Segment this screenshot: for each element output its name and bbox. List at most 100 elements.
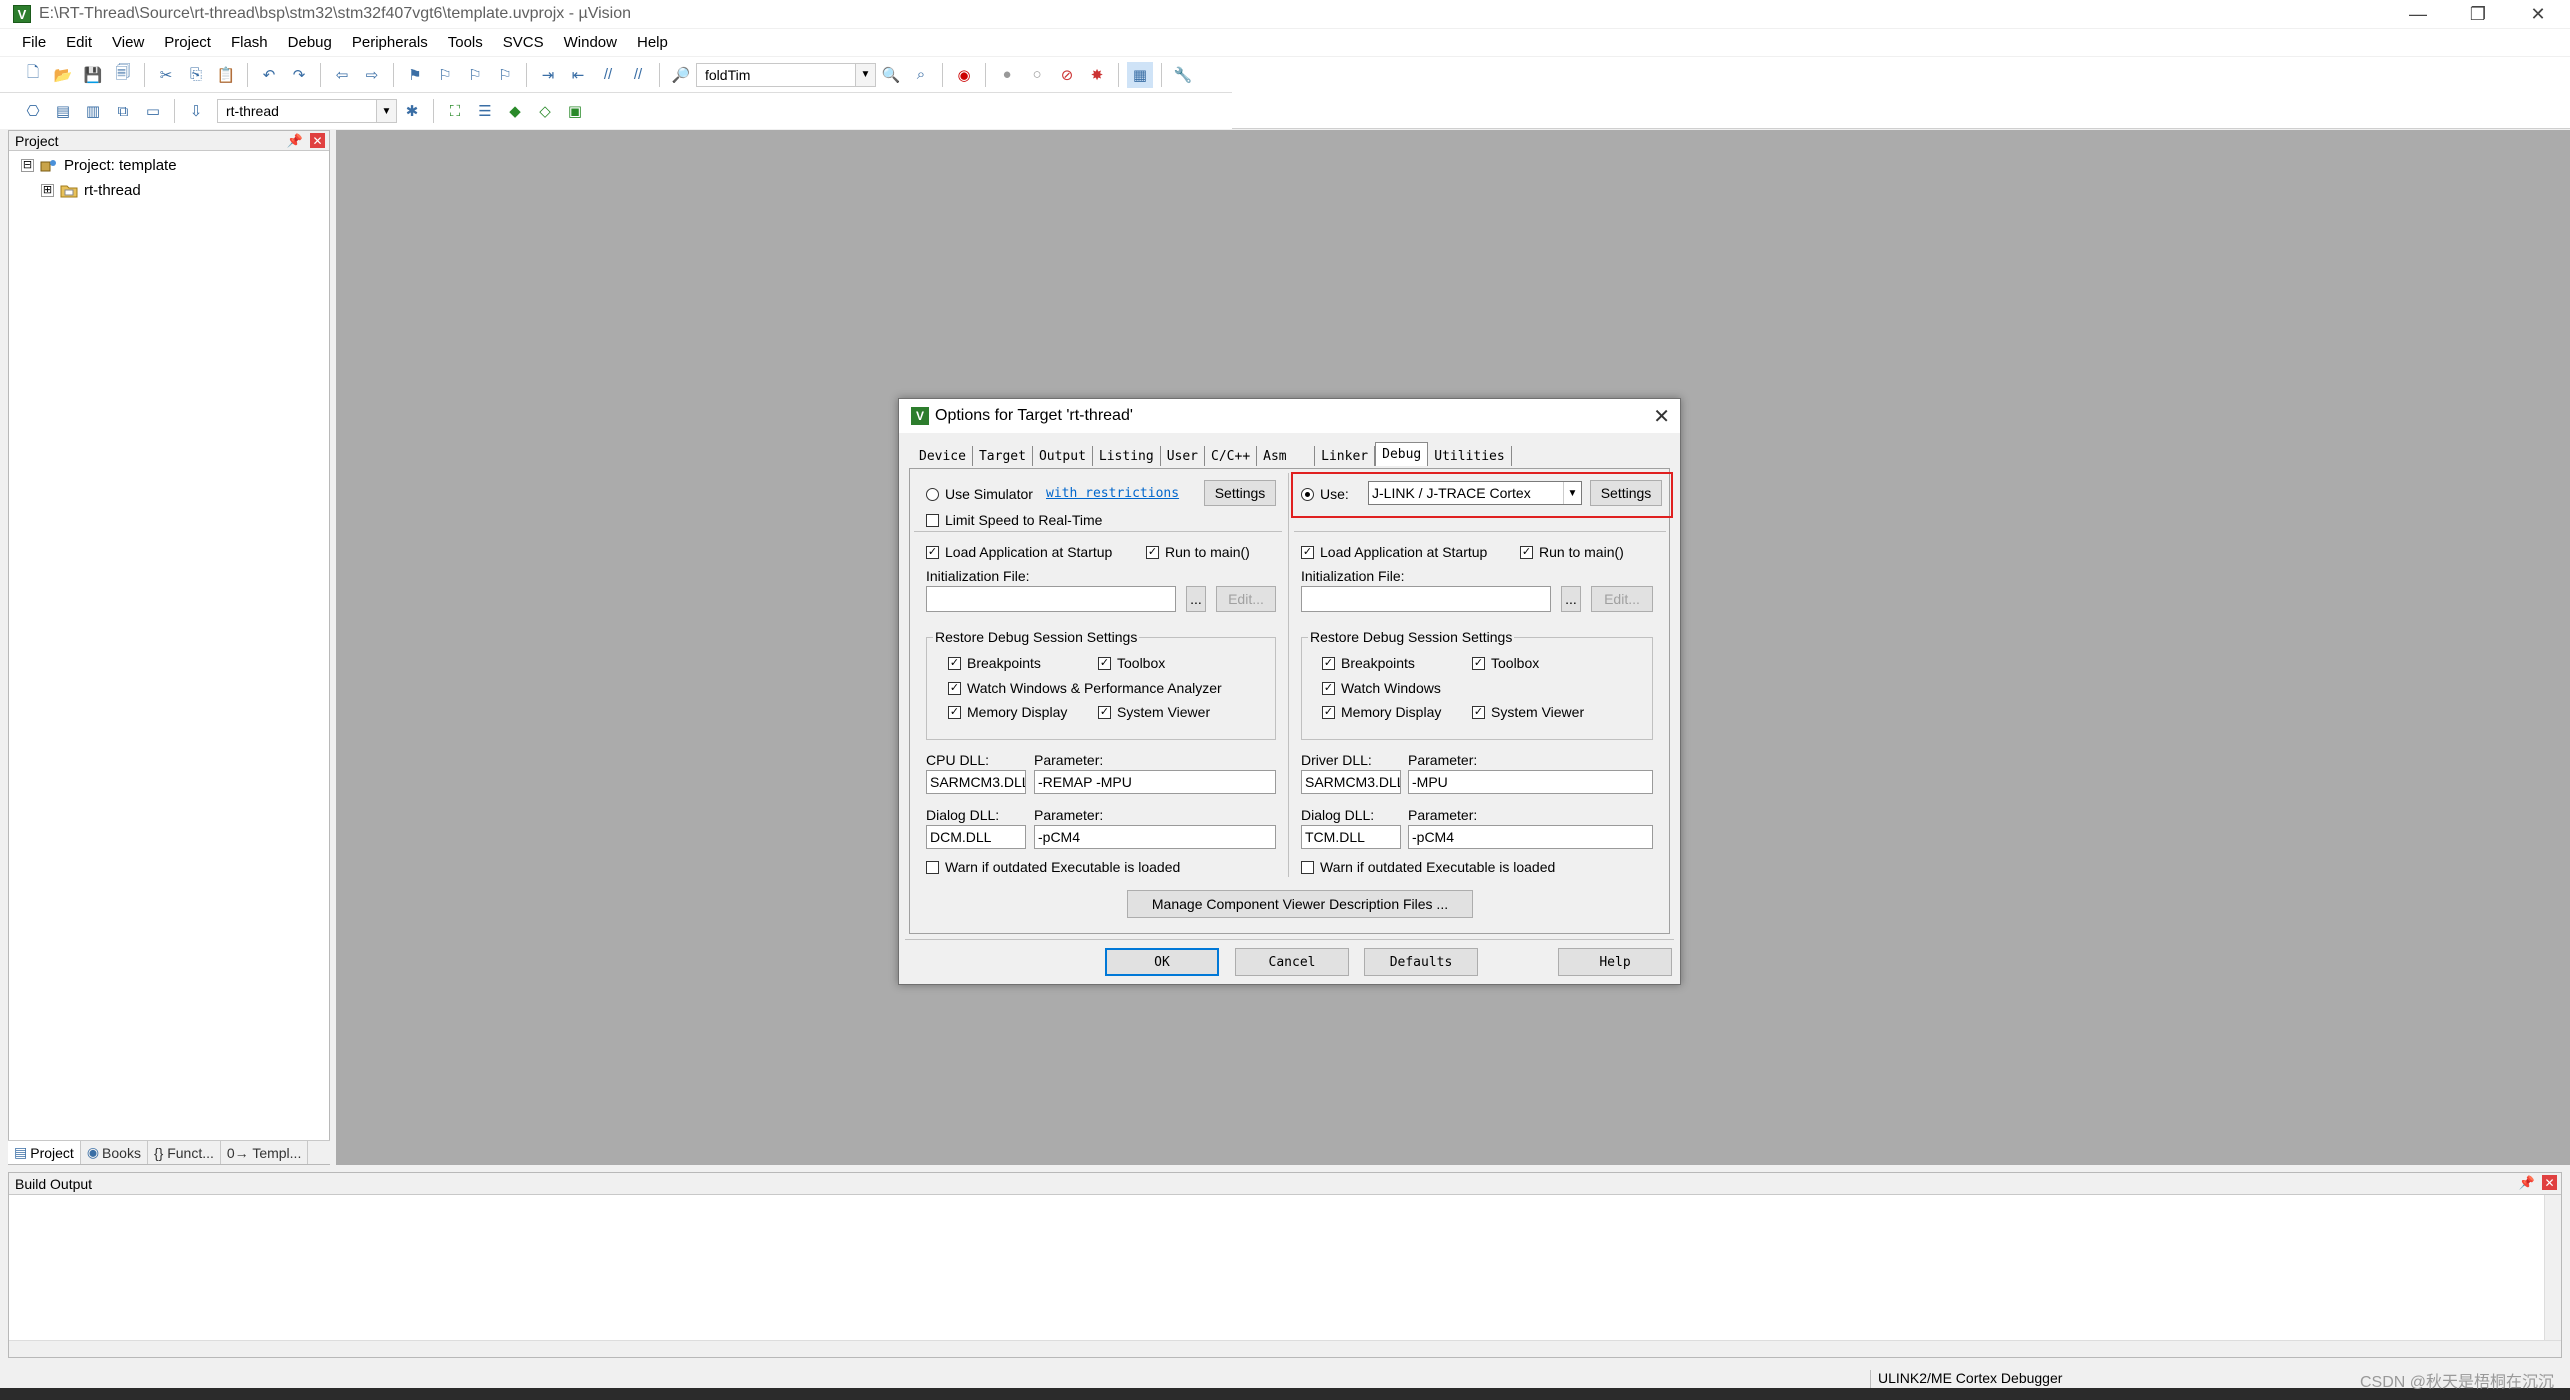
load-app-option-right[interactable]: ✓ Load Application at Startup — [1301, 544, 1487, 560]
tree-item-project[interactable]: ⊟ Project: template — [21, 157, 177, 174]
memory-display-option[interactable]: ✓ Memory Display — [948, 704, 1067, 720]
new-file-icon[interactable]: 🗋 — [20, 62, 46, 88]
tree-item-rt-thread[interactable]: ⊞ rt-thread — [41, 182, 141, 199]
warn-outdated-option-right[interactable]: Warn if outdated Executable is loaded — [1301, 859, 1555, 875]
comment-icon[interactable]: // — [595, 62, 621, 88]
memory-display-checkbox[interactable]: ✓ — [948, 705, 961, 719]
menu-flash[interactable]: Flash — [221, 34, 278, 51]
tab-functions[interactable]: {} Funct... — [148, 1141, 221, 1164]
watch-windows-option[interactable]: ✓ Watch Windows & Performance Analyzer — [948, 680, 1222, 696]
download-icon[interactable]: ⇩ — [183, 98, 209, 124]
indent-icon[interactable]: ⇥ — [535, 62, 561, 88]
save-icon[interactable]: 💾 — [80, 62, 106, 88]
paste-icon[interactable]: 📋 — [213, 62, 239, 88]
init-file-input-right[interactable] — [1301, 586, 1551, 612]
ok-button[interactable]: OK — [1105, 948, 1219, 976]
navigate-forward-icon[interactable]: ⇨ — [359, 62, 385, 88]
enable-breakpoint-icon[interactable]: ○ — [1024, 62, 1050, 88]
incremental-find-icon[interactable]: ⌕ — [908, 62, 934, 88]
clear-bookmarks-icon[interactable]: ⚐ — [492, 62, 518, 88]
dialog-dll-input[interactable]: DCM.DLL — [926, 825, 1026, 849]
warn-outdated-checkbox[interactable] — [926, 860, 939, 874]
chevron-down-icon[interactable]: ▼ — [855, 63, 875, 86]
select-software-packs-icon[interactable]: ◇ — [532, 98, 558, 124]
edit-button[interactable]: Edit... — [1216, 586, 1276, 612]
edit-button-right[interactable]: Edit... — [1591, 586, 1653, 612]
menu-view[interactable]: View — [102, 34, 154, 51]
breakpoints-option-right[interactable]: ✓ Breakpoints — [1322, 655, 1415, 671]
window-layout-icon[interactable]: ▦ — [1127, 61, 1153, 88]
stop-build-icon[interactable]: ▭ — [140, 98, 166, 124]
maximize-button[interactable]: ❐ — [2448, 0, 2508, 28]
unindent-icon[interactable]: ⇤ — [565, 62, 591, 88]
tab-device[interactable]: Device — [913, 446, 973, 466]
tab-target[interactable]: Target — [973, 446, 1033, 466]
driver-dll-input[interactable]: SARMCM3.DLL — [1301, 770, 1401, 794]
disable-breakpoints-icon[interactable]: ⊘ — [1054, 62, 1080, 88]
manage-run-time-environment-icon[interactable]: ◆ — [502, 98, 528, 124]
browse-button[interactable]: ... — [1186, 586, 1206, 612]
translate-icon[interactable]: ⎔ — [20, 98, 46, 124]
prev-bookmark-icon[interactable]: ⚐ — [432, 62, 458, 88]
simulator-settings-button[interactable]: Settings — [1204, 480, 1276, 506]
uncomment-icon[interactable]: // — [625, 62, 651, 88]
minimize-button[interactable]: — — [2388, 0, 2448, 28]
memory-display-checkbox-right[interactable]: ✓ — [1322, 705, 1335, 719]
navigate-back-icon[interactable]: ⇦ — [329, 62, 355, 88]
system-viewer-option-right[interactable]: ✓ System Viewer — [1472, 704, 1584, 720]
close-icon[interactable]: ✕ — [310, 133, 325, 148]
browse-button-right[interactable]: ... — [1561, 586, 1581, 612]
tab-listing[interactable]: Listing — [1093, 446, 1161, 466]
insert-breakpoint-icon[interactable]: ● — [994, 62, 1020, 88]
manage-project-items-icon[interactable]: ⛶ — [442, 98, 468, 124]
tab-debug[interactable]: Debug — [1375, 442, 1429, 466]
toolbox-checkbox[interactable]: ✓ — [1098, 656, 1111, 670]
tab-books[interactable]: ◉ Books — [81, 1141, 148, 1164]
copy-icon[interactable]: ⎘ — [183, 62, 209, 88]
run-to-main-option[interactable]: ✓ Run to main() — [1146, 544, 1250, 560]
pin-icon[interactable]: 📌 — [287, 133, 303, 149]
rebuild-icon[interactable]: ▥ — [80, 98, 106, 124]
manage-multi-project-icon[interactable]: ☰ — [472, 98, 498, 124]
toolbox-option-right[interactable]: ✓ Toolbox — [1472, 655, 1539, 671]
run-to-main-option-right[interactable]: ✓ Run to main() — [1520, 544, 1624, 560]
help-button[interactable]: Help — [1558, 948, 1672, 976]
tab-asm[interactable]: Asm — [1257, 446, 1316, 466]
init-file-input[interactable] — [926, 586, 1176, 612]
tab-project[interactable]: ▤ Project — [8, 1141, 81, 1164]
menu-peripherals[interactable]: Peripherals — [342, 34, 438, 51]
limit-speed-option[interactable]: Limit Speed to Real-Time — [926, 512, 1102, 528]
memory-display-option-right[interactable]: ✓ Memory Display — [1322, 704, 1441, 720]
find-icon[interactable]: 🔍 — [878, 62, 904, 88]
system-viewer-checkbox[interactable]: ✓ — [1098, 705, 1111, 719]
use-simulator-radio[interactable] — [926, 487, 939, 501]
menu-edit[interactable]: Edit — [56, 34, 102, 51]
next-bookmark-icon[interactable]: ⚐ — [462, 62, 488, 88]
menu-debug[interactable]: Debug — [278, 34, 342, 51]
breakpoints-checkbox-right[interactable]: ✓ — [1322, 656, 1335, 670]
tab-user[interactable]: User — [1161, 446, 1206, 466]
defaults-button[interactable]: Defaults — [1364, 948, 1478, 976]
load-app-option[interactable]: ✓ Load Application at Startup — [926, 544, 1112, 560]
batch-build-icon[interactable]: ⧉ — [110, 98, 136, 124]
load-app-checkbox-right[interactable]: ✓ — [1301, 545, 1314, 559]
menu-project[interactable]: Project — [154, 34, 221, 51]
build-icon[interactable]: ▤ — [50, 98, 76, 124]
cpu-dll-input[interactable]: SARMCM3.DLL — [926, 770, 1026, 794]
cancel-button[interactable]: Cancel — [1235, 948, 1349, 976]
menu-tools[interactable]: Tools — [438, 34, 493, 51]
start-debug-icon[interactable]: ◉ — [951, 62, 977, 88]
dialog-dll-input-right[interactable]: TCM.DLL — [1301, 825, 1401, 849]
save-all-icon[interactable]: 🗐 — [110, 62, 136, 88]
watch-windows-checkbox-right[interactable]: ✓ — [1322, 681, 1335, 695]
pin-icon[interactable]: 📌 — [2519, 1175, 2535, 1191]
limit-speed-checkbox[interactable] — [926, 513, 939, 527]
load-app-checkbox[interactable]: ✓ — [926, 545, 939, 559]
kill-breakpoints-icon[interactable]: ✸ — [1084, 62, 1110, 88]
tab-linker[interactable]: Linker — [1315, 446, 1376, 466]
horizontal-scrollbar[interactable] — [9, 1340, 2561, 1357]
find-in-files-icon[interactable]: 🔎 — [668, 62, 694, 88]
menu-window[interactable]: Window — [554, 34, 627, 51]
dialog-param-input[interactable]: -pCM4 — [1034, 825, 1276, 849]
breakpoints-option[interactable]: ✓ Breakpoints — [948, 655, 1041, 671]
